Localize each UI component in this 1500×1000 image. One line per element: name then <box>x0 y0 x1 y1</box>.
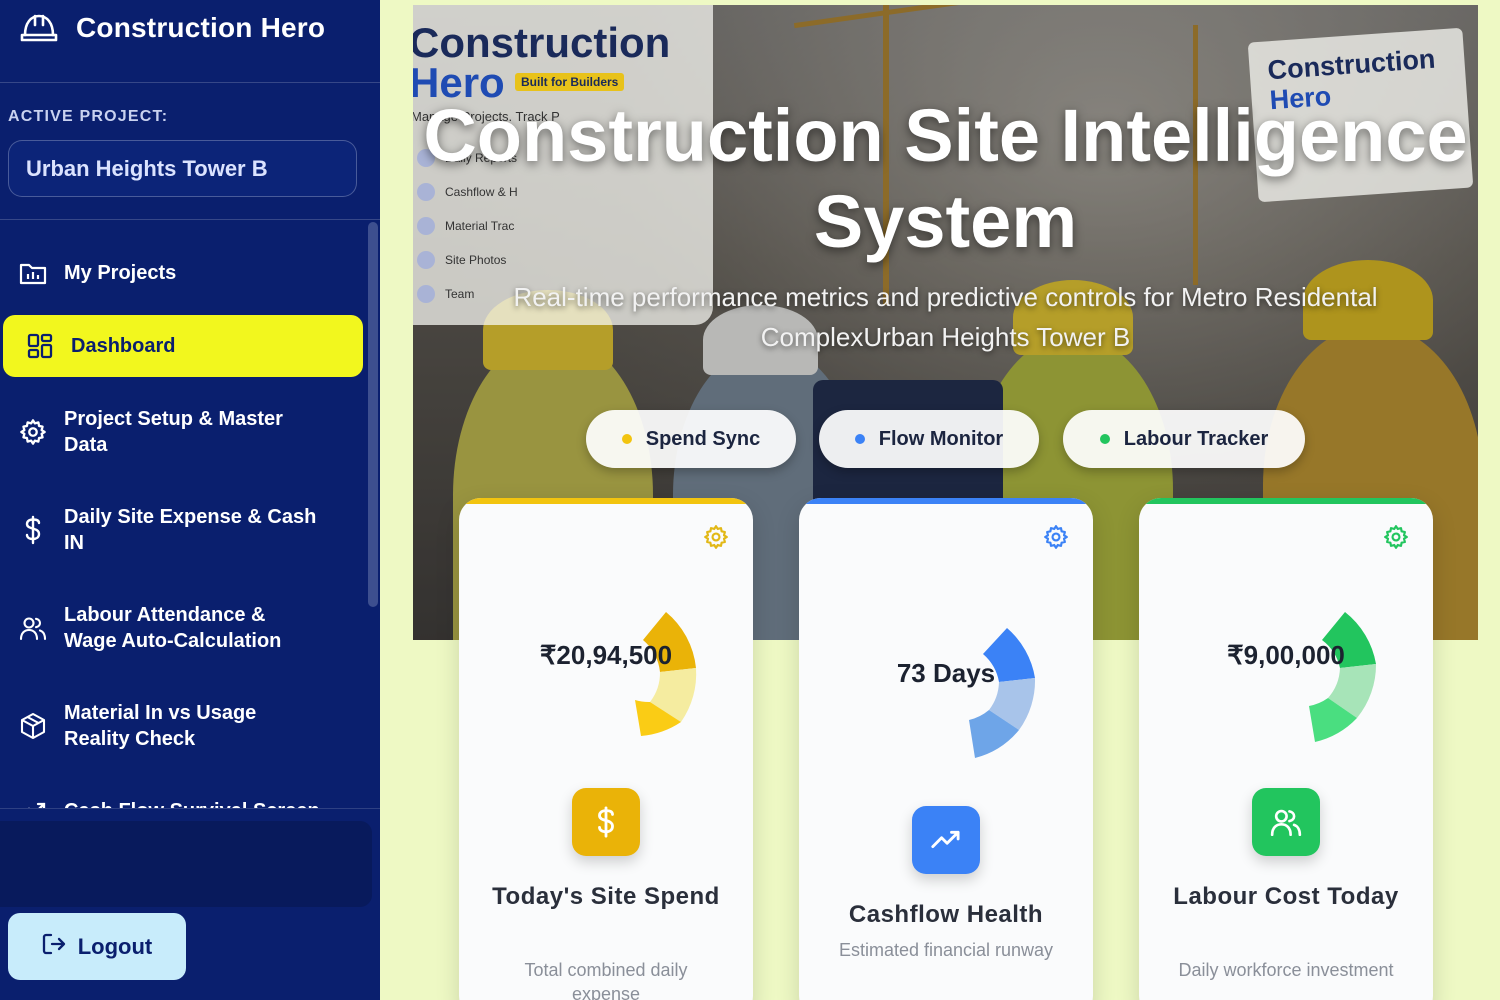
users-icon <box>18 613 48 643</box>
sidebar-item-daily-site-expense[interactable]: Daily Site Expense & Cash IN <box>0 502 365 558</box>
flow-monitor-pill[interactable]: Flow Monitor <box>819 410 1039 468</box>
helmet-logo-icon <box>20 9 58 48</box>
trending-up-icon <box>912 806 980 874</box>
card-title: Cashflow Health <box>848 901 1044 928</box>
logout-icon <box>42 933 66 961</box>
sidebar-item-label: Labour Attendance & Wage Auto-Calculatio… <box>64 604 282 652</box>
app-title: Construction Hero <box>76 12 326 43</box>
pill-label: Spend Sync <box>645 427 761 450</box>
sidebar-item-label: Material In vs Usage Reality Check <box>64 702 257 750</box>
pill-label: Labour Tracker <box>1123 427 1269 450</box>
card-description: Daily workforce investment <box>1178 960 1394 980</box>
sidebar-item-label: Daily Site Expense & Cash IN <box>64 506 317 554</box>
sidebar-item-project-setup[interactable]: Project Setup & Master Data <box>0 404 365 460</box>
cashflow-health-card[interactable]: 73 Days Cashflow Health Estimated financ… <box>799 498 1093 1000</box>
sidebar-item-my-projects[interactable]: My Projects <box>0 255 365 291</box>
card-title: Today's Site Spend <box>492 883 720 910</box>
logout-label: Logout <box>77 933 153 959</box>
sidebar-item-labour-attendance[interactable]: Labour Attendance & Wage Auto-Calculatio… <box>0 600 365 656</box>
status-dot <box>1099 434 1110 444</box>
logout-button[interactable]: Logout <box>8 913 186 980</box>
users-icon <box>1252 788 1320 856</box>
sign-line-1: Construction <box>1266 43 1437 86</box>
gear-icon[interactable] <box>1043 524 1069 550</box>
card-accent-bar <box>459 498 753 504</box>
card-accent-bar <box>799 498 1093 504</box>
card-value: ₹9,00,000 <box>1227 640 1345 670</box>
dollar-icon <box>18 515 48 545</box>
divider <box>0 219 380 220</box>
sidebar-item-label: My Projects <box>64 262 177 284</box>
labour-cost-card[interactable]: ₹9,00,000 Labour Cost Today Daily workfo… <box>1139 498 1433 1000</box>
logo-menu-item: Team <box>417 285 474 303</box>
brand[interactable]: Construction Hero <box>20 8 325 48</box>
folder-chart-icon <box>18 258 48 288</box>
spend-gauge <box>635 612 697 736</box>
active-project-selector[interactable]: Urban Heights Tower B <box>8 140 357 197</box>
labour-tracker-pill[interactable]: Labour Tracker <box>1063 410 1305 468</box>
sidebar-item-dashboard[interactable]: Dashboard <box>3 315 363 377</box>
status-dot <box>854 434 865 444</box>
pill-label: Flow Monitor <box>878 427 1004 450</box>
sidebar-item-material-check[interactable]: Material In vs Usage Reality Check <box>0 698 365 754</box>
card-value: 73 Days <box>896 658 996 688</box>
footer-panel <box>0 821 372 907</box>
logo-tag: Built for Builders <box>515 73 625 91</box>
dollar-icon <box>572 788 640 856</box>
site-spend-card[interactable]: ₹20,94,500 Today's Site Spend Total comb… <box>459 498 753 1000</box>
status-dot <box>621 434 632 444</box>
dashboard-grid-icon <box>25 331 55 361</box>
sidebar-scrollbar[interactable] <box>368 222 378 607</box>
sidebar-item-label: Project Setup & Master Data <box>64 408 283 456</box>
divider <box>0 82 380 83</box>
labour-gauge <box>1309 612 1377 742</box>
active-project-label: ACTIVE PROJECT: <box>8 108 169 125</box>
sidebar-item-label: Dashboard <box>71 335 176 357</box>
card-description: Total combined daily expense <box>524 960 688 1000</box>
card-description: Estimated financial runway <box>838 940 1054 960</box>
box-icon <box>18 711 48 741</box>
gear-icon[interactable] <box>1383 524 1409 550</box>
card-title: Labour Cost Today <box>1173 883 1399 910</box>
gear-icon <box>18 417 48 447</box>
sidebar: Construction Hero ACTIVE PROJECT: Urban … <box>0 0 380 1000</box>
hero-subtitle: Real-time performance metrics and predic… <box>513 282 1378 352</box>
card-accent-bar <box>1139 498 1433 504</box>
gear-icon[interactable] <box>703 524 729 550</box>
spend-sync-pill[interactable]: Spend Sync <box>586 410 796 468</box>
card-value: ₹20,94,500 <box>539 640 673 670</box>
hero-title: Construction Site Intelligence System <box>423 94 1468 263</box>
